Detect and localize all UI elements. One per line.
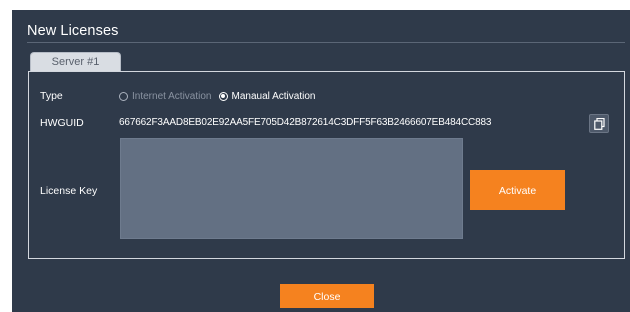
internet-activation-label: Internet Activation bbox=[132, 90, 212, 102]
manual-activation-label: Manaual Activation bbox=[231, 90, 316, 102]
close-button[interactable]: Close bbox=[280, 284, 374, 308]
title-divider bbox=[27, 42, 625, 43]
radio-checked-icon bbox=[218, 91, 228, 101]
copy-icon bbox=[594, 118, 605, 130]
dialog-title: New Licenses bbox=[27, 23, 119, 39]
license-key-input[interactable] bbox=[120, 138, 463, 239]
manual-activation-radio[interactable]: Manaual Activation bbox=[218, 90, 316, 102]
tab-server-1[interactable]: Server #1 bbox=[30, 52, 121, 72]
type-label: Type bbox=[40, 90, 63, 102]
activation-type-group: Internet Activation Manaual Activation bbox=[119, 89, 322, 103]
hwguid-value: 667662F3AAD8EB02E92AA5FE705D42B872614C3D… bbox=[119, 117, 492, 128]
license-key-label: License Key bbox=[40, 185, 98, 197]
copy-hwguid-button[interactable] bbox=[589, 114, 609, 133]
radio-unchecked-icon bbox=[119, 91, 128, 101]
activate-button[interactable]: Activate bbox=[470, 170, 565, 210]
internet-activation-radio[interactable]: Internet Activation bbox=[119, 91, 212, 102]
new-licenses-dialog: New Licenses Server #1 Type Internet Act… bbox=[12, 10, 630, 312]
hwguid-label: HWGUID bbox=[40, 117, 84, 129]
